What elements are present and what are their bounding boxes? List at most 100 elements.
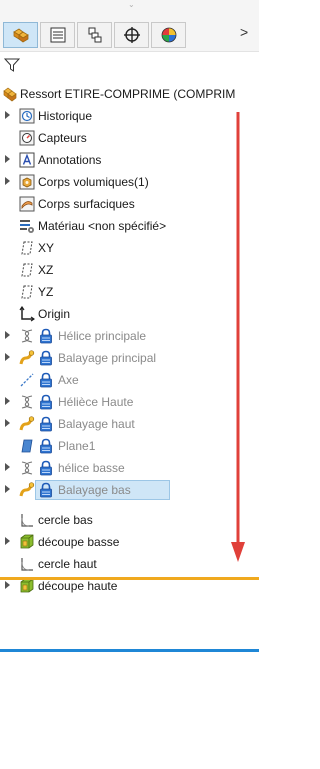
- display-sphere-icon: [161, 27, 176, 43]
- solid-bodies-icon: [19, 174, 35, 190]
- axis-icon: [19, 372, 35, 388]
- property-manager-icon: [50, 27, 65, 43]
- tree-item-label: Hélièce Haute: [58, 395, 134, 409]
- filter-icon[interactable]: [3, 57, 21, 76]
- tree-item-plane-xz[interactable]: XZ: [0, 259, 259, 281]
- plane-solid-icon: [19, 438, 35, 454]
- tree-item-label: YZ: [38, 285, 54, 299]
- tree-item-label: XZ: [38, 263, 54, 277]
- tree-item-corps-surfaciques[interactable]: Corps surfaciques: [0, 193, 259, 215]
- expand-arrow-icon[interactable]: [5, 419, 10, 427]
- tree-item-label: Matériau <non spécifié>: [38, 219, 167, 233]
- tree-item-label: Corps surfaciques: [38, 197, 135, 211]
- sketch-icon: [19, 556, 35, 572]
- sweep-icon: [19, 416, 35, 432]
- drag-grip-icon[interactable]: ⌄: [128, 1, 135, 9]
- origin-icon: [19, 306, 35, 322]
- configuration-icon: [88, 27, 101, 43]
- lock-icon: [38, 460, 54, 476]
- tree-item-label: Historique: [38, 109, 93, 123]
- tree-item-label: cercle bas: [38, 513, 93, 527]
- lock-icon: [38, 482, 54, 498]
- material-icon: [19, 218, 35, 234]
- annotation-icon: [19, 152, 35, 168]
- tab-property-manager[interactable]: [40, 22, 75, 48]
- tree-item-label: Annotations: [38, 153, 102, 167]
- end-of-part-bar[interactable]: [0, 649, 259, 652]
- annotation-arrow-icon: [231, 112, 245, 562]
- lock-icon: [38, 438, 54, 454]
- extruded-cut-icon: [19, 534, 35, 550]
- tree-item-plane-yz[interactable]: YZ: [0, 281, 259, 303]
- tree-item-plane-xy[interactable]: XY: [0, 237, 259, 259]
- tree-item-cercle-bas[interactable]: cercle bas: [0, 509, 259, 531]
- tree-item-cercle-haut[interactable]: cercle haut: [0, 553, 259, 575]
- sketch-icon: [19, 512, 35, 528]
- lock-icon: [38, 328, 54, 344]
- tree-item-balayage-bas[interactable]: Balayage bas: [0, 479, 259, 501]
- tab-feature-manager[interactable]: [3, 22, 38, 48]
- tree-item-annotations[interactable]: Annotations: [0, 149, 259, 171]
- tree-item-helice-principale[interactable]: Hélice principale: [0, 325, 259, 347]
- crosshair-icon: [123, 27, 140, 43]
- more-tabs-chevron-icon[interactable]: >: [240, 24, 248, 40]
- lock-icon: [38, 372, 54, 388]
- tree-item-corps-volumiques[interactable]: Corps volumiques(1): [0, 171, 259, 193]
- expand-arrow-icon[interactable]: [5, 485, 10, 493]
- assembly-icon: [12, 28, 29, 43]
- tree-item-label: XY: [38, 241, 55, 255]
- helix-icon: [19, 394, 35, 410]
- expand-arrow-icon[interactable]: [5, 155, 10, 163]
- tree-item-label: Balayage haut: [58, 417, 135, 431]
- expand-arrow-icon[interactable]: [5, 581, 10, 589]
- tree-item-historique[interactable]: Historique: [0, 105, 259, 127]
- tree-item-balayage-principal[interactable]: Balayage principal: [0, 347, 259, 369]
- lock-icon: [38, 416, 54, 432]
- surface-bodies-icon: [19, 196, 35, 212]
- assembly-icon: [2, 86, 18, 102]
- sweep-icon: [19, 350, 35, 366]
- plane-icon: [19, 262, 35, 278]
- lock-icon: [38, 394, 54, 410]
- tree-item-decoupe-basse[interactable]: découpe basse: [0, 531, 259, 553]
- expand-arrow-icon[interactable]: [5, 177, 10, 185]
- tree-item-label: hélice basse: [58, 461, 125, 475]
- expand-arrow-icon[interactable]: [5, 397, 10, 405]
- expand-arrow-icon[interactable]: [5, 537, 10, 545]
- tree-item-helice-basse[interactable]: hélice basse: [0, 457, 259, 479]
- extruded-cut-icon: [19, 578, 35, 594]
- plane-icon: [19, 284, 35, 300]
- manager-tab-bar: ⌄ >: [0, 0, 259, 52]
- tree-item-label: Axe: [58, 373, 79, 387]
- tree-item-axe[interactable]: Axe: [0, 369, 259, 391]
- expand-arrow-icon[interactable]: [5, 331, 10, 339]
- helix-icon: [19, 460, 35, 476]
- tree-item-label: Origin: [38, 307, 71, 321]
- tree-root-label: Ressort ETIRE-COMPRIME (COMPRIM: [20, 87, 236, 101]
- tree-item-label: Corps volumiques(1): [38, 175, 149, 189]
- tree-item-label: Plane1: [58, 439, 96, 453]
- tree-item-label: découpe basse: [38, 535, 120, 549]
- tree-item-materiau[interactable]: Matériau <non spécifié>: [0, 215, 259, 237]
- sensor-icon: [19, 130, 35, 146]
- expand-arrow-icon[interactable]: [5, 111, 10, 119]
- tree-root[interactable]: Ressort ETIRE-COMPRIME (COMPRIM: [0, 83, 259, 105]
- rollback-bar[interactable]: [0, 577, 259, 580]
- tree-item-label: Balayage principal: [58, 351, 157, 365]
- lock-icon: [38, 350, 54, 366]
- expand-arrow-icon[interactable]: [5, 353, 10, 361]
- tree-item-label: Balayage bas: [58, 483, 131, 497]
- tab-configuration-manager[interactable]: [77, 22, 112, 48]
- tree-item-origin[interactable]: Origin: [0, 303, 259, 325]
- expand-arrow-icon[interactable]: [5, 463, 10, 471]
- history-icon: [19, 108, 35, 124]
- tree-item-plane1[interactable]: Plane1: [0, 435, 259, 457]
- tab-display-manager[interactable]: [151, 22, 186, 48]
- tree-item-label: cercle haut: [38, 557, 97, 571]
- tab-dimxpert-manager[interactable]: [114, 22, 149, 48]
- tree-item-capteurs[interactable]: Capteurs: [0, 127, 259, 149]
- plane-icon: [19, 240, 35, 256]
- tree-item-balayage-haut[interactable]: Balayage haut: [0, 413, 259, 435]
- tree-item-heliece-haute[interactable]: Hélièce Haute: [0, 391, 259, 413]
- tree-item-label: Hélice principale: [58, 329, 147, 343]
